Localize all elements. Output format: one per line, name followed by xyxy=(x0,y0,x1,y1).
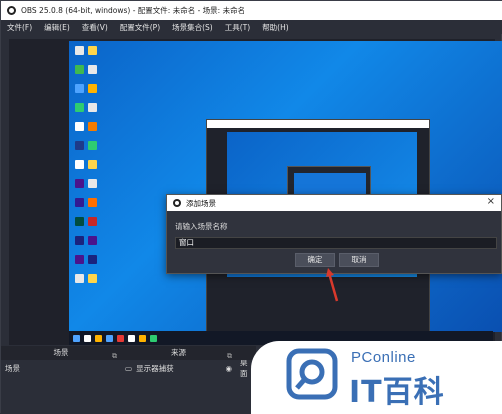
menu-view[interactable]: 查看(V) xyxy=(76,22,114,33)
scene-item[interactable]: 场景 xyxy=(5,362,117,374)
dialog-title: 添加场景 xyxy=(186,198,216,208)
menu-edit[interactable]: 编辑(E) xyxy=(38,22,76,33)
obs-logo-icon xyxy=(7,6,16,15)
popout-icon[interactable]: ⧉ xyxy=(227,349,232,363)
menu-file[interactable]: 文件(F) xyxy=(1,22,38,33)
sources-header: 来源 ⧉ xyxy=(121,346,236,360)
source-item[interactable]: ▭ 显示器捕获 ◉ xyxy=(125,362,232,374)
sources-panel: 来源 ⧉ ▭ 显示器捕获 ◉ xyxy=(121,346,236,414)
desktop-icons-column xyxy=(73,43,107,290)
monitor-icon: ▭ xyxy=(125,363,133,373)
scene-name-input[interactable]: 窗口 xyxy=(175,237,497,249)
title-bar: OBS 25.0.8 (64-bit, windows) - 配置文件: 未命名… xyxy=(1,1,502,20)
popout-icon[interactable]: ⧉ xyxy=(112,349,117,363)
menu-scene-collection[interactable]: 场景集合(S) xyxy=(166,22,219,33)
close-icon[interactable]: × xyxy=(487,196,495,207)
menu-profile[interactable]: 配置文件(P) xyxy=(114,22,166,33)
menu-tools[interactable]: 工具(T) xyxy=(219,22,256,33)
brand-top-text: PConline xyxy=(351,349,416,366)
obs-window: OBS 25.0.8 (64-bit, windows) - 配置文件: 未命名… xyxy=(0,0,502,414)
visibility-eye-icon[interactable]: ◉ xyxy=(225,364,232,373)
scenes-header: 场景 ⧉ xyxy=(1,346,121,360)
obs-logo-icon xyxy=(173,199,181,207)
pconline-watermark: PConline IT百科 xyxy=(251,341,502,414)
menu-help[interactable]: 帮助(H) xyxy=(256,22,295,33)
add-scene-dialog: 添加场景 × 请输入场景名称 窗口 确定 取消 xyxy=(166,194,502,274)
dialog-title-bar: 添加场景 xyxy=(167,195,501,211)
brand-main-text: IT百科 xyxy=(349,375,445,410)
menu-bar: 文件(F) 编辑(E) 查看(V) 配置文件(P) 场景集合(S) 工具(T) … xyxy=(1,20,502,34)
pointer-arrow-icon xyxy=(326,268,339,302)
scene-name-label: 请输入场景名称 xyxy=(175,222,228,231)
window-title: OBS 25.0.8 (64-bit, windows) - 配置文件: 未命名… xyxy=(21,6,246,15)
pconline-logo-icon xyxy=(286,348,338,400)
scenes-panel: 场景 ⧉ 场景 xyxy=(1,346,121,414)
